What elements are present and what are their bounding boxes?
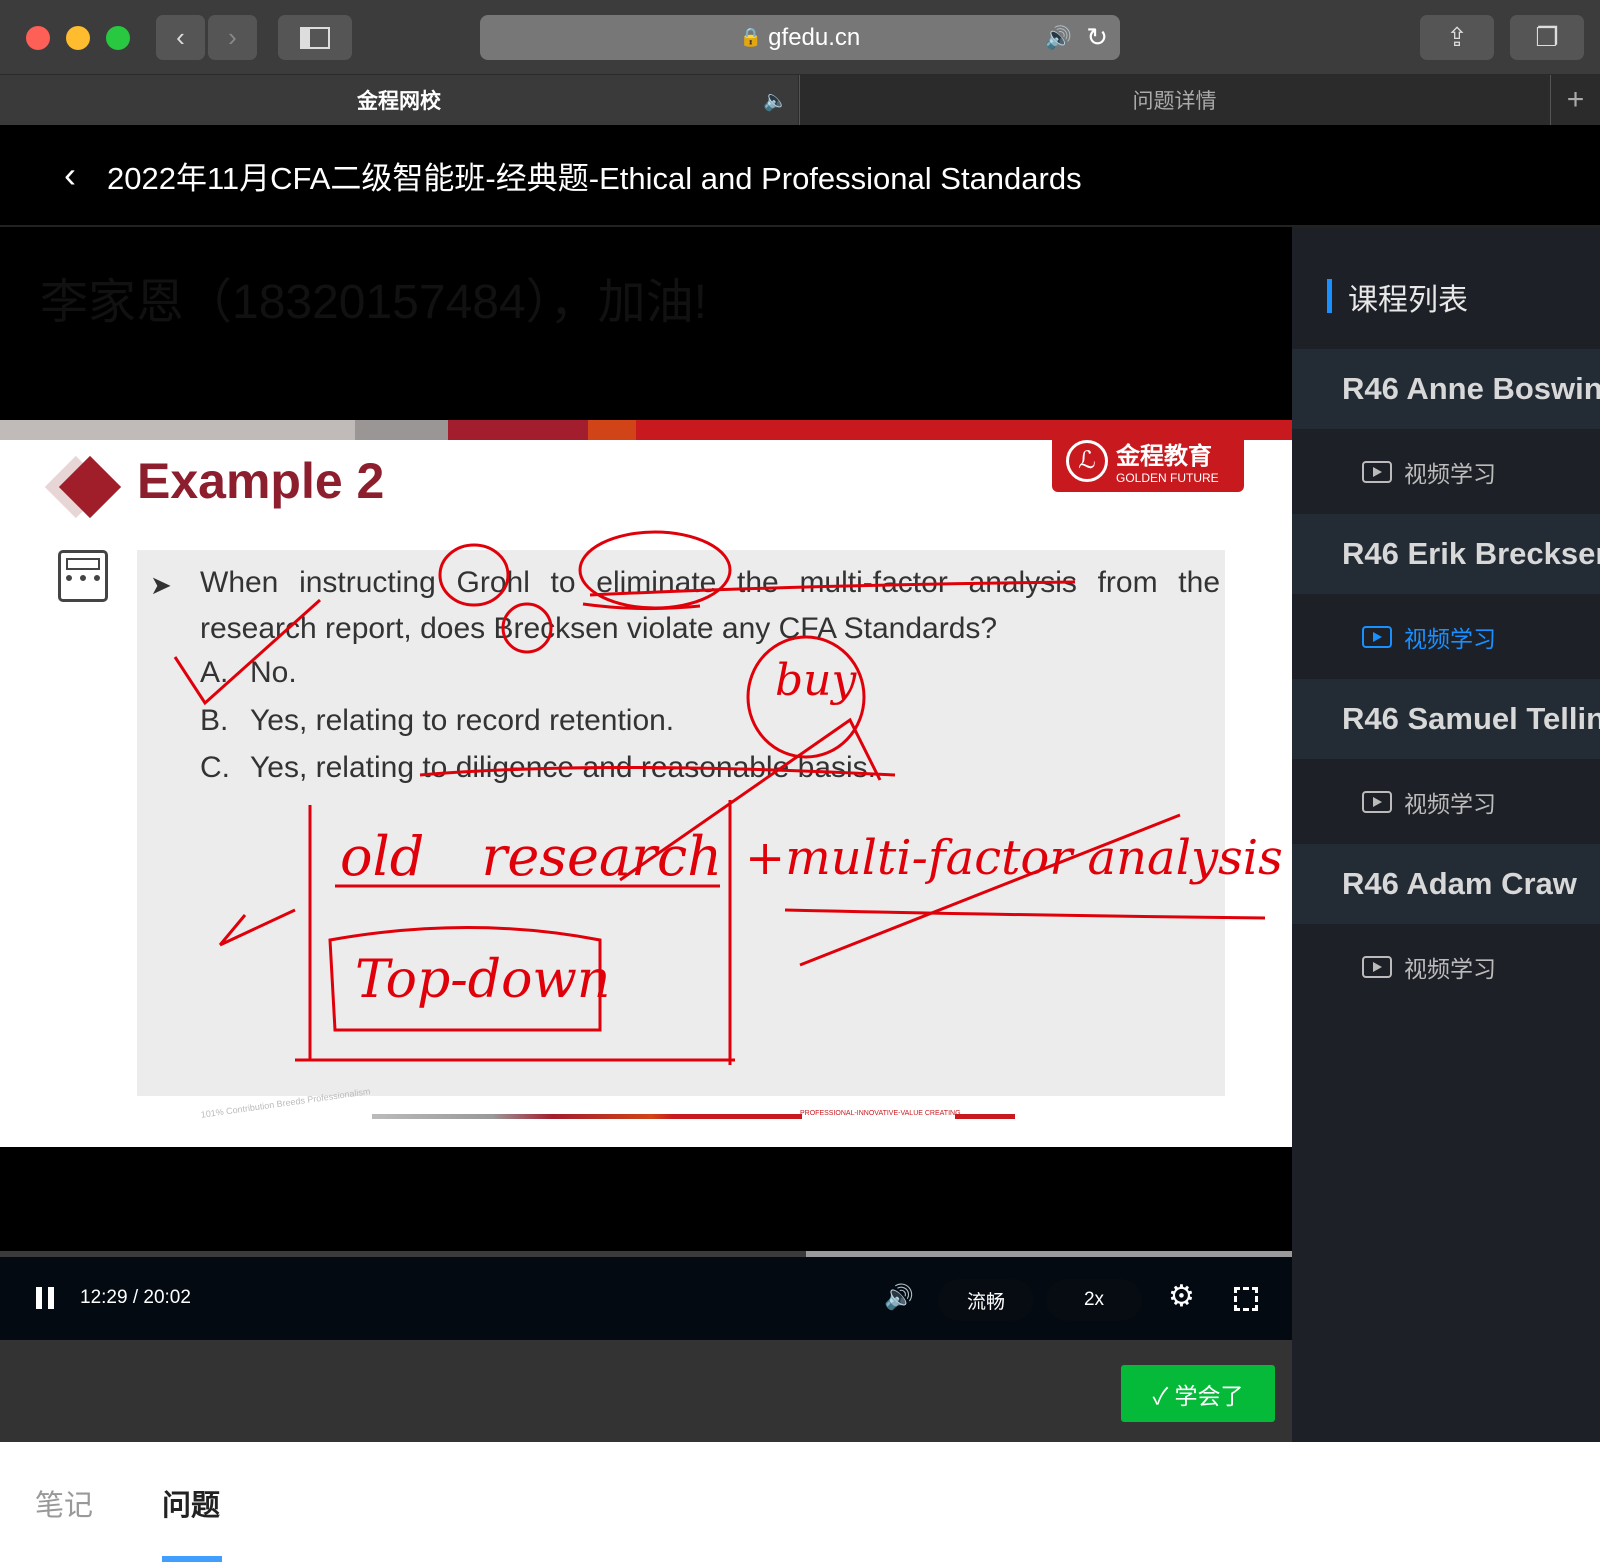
sidebar-toggle-button[interactable] — [278, 15, 352, 60]
bottom-tabs: 笔记 问题 — [0, 1442, 1600, 1562]
forward-button[interactable]: › — [208, 15, 257, 60]
maximize-window-button[interactable] — [106, 26, 130, 50]
time-display: 12:29 / 20:02 — [80, 1287, 191, 1308]
lecture-slide: ℒ 金程教育 GOLDEN FUTURE Example 2 ➤ When in… — [0, 420, 1292, 1147]
active-tab-indicator — [162, 1556, 222, 1562]
reload-icon[interactable]: ↻ — [1086, 22, 1108, 53]
course-group-title[interactable]: R46 Erik Brecksen — [1292, 514, 1600, 594]
page-title: 2022年11月CFA二级智能班-经典题-Ethical and Profess… — [107, 160, 1082, 196]
course-list-sidebar: 课程列表 R46 Anne Boswin 视频学习 R46 Erik Breck… — [1292, 227, 1600, 1442]
minimize-window-button[interactable] — [66, 26, 90, 50]
play-video-icon — [1362, 625, 1392, 648]
tabs-icon: ❐ — [1535, 22, 1559, 52]
player-controls: 12:29 / 20:02 🔊 流畅 2x ⚙ — [0, 1257, 1292, 1340]
video-player[interactable]: 李家恩（18320157484），加油! ℒ 金程教育 GOLDEN FUTUR… — [0, 227, 1292, 1257]
section-marker — [1327, 279, 1332, 313]
tab-label: 问题详情 — [1132, 90, 1217, 113]
url-text: gfedu.cn — [768, 23, 861, 51]
video-footer — [0, 1340, 1292, 1442]
browser-toolbar: ‹ › 🔒 gfedu.cn 🔊 ↻ ⇪ ❐ — [0, 0, 1600, 75]
course-item-video[interactable]: 视频学习 — [1362, 429, 1496, 514]
page-header: ‹ 2022年11月CFA二级智能班-经典题-Ethical and Profe… — [0, 125, 1600, 227]
sidebar-title: 课程列表 — [1348, 284, 1468, 317]
quality-select[interactable]: 流畅 — [938, 1279, 1034, 1321]
annotation-old-research: old research — [340, 825, 722, 888]
tab-overview-button[interactable]: ❐ — [1510, 15, 1584, 60]
play-video-icon — [1362, 790, 1392, 813]
tab-question-detail[interactable]: 问题详情 — [799, 75, 1549, 125]
course-item-video[interactable]: 视频学习 — [1362, 759, 1496, 844]
tab-notes[interactable]: 笔记 — [35, 1482, 93, 1524]
audio-playing-icon[interactable]: 🔊 — [1045, 25, 1072, 51]
speaker-icon[interactable]: 🔈 — [763, 88, 788, 113]
annotation-multi-factor: +multi-factor analysis — [745, 830, 1283, 886]
share-icon: ⇪ — [1446, 22, 1468, 52]
tab-jincheng[interactable]: 金程网校 🔈 — [0, 75, 798, 125]
fullscreen-icon[interactable] — [1234, 1287, 1258, 1311]
watermark: 李家恩（18320157484），加油! — [40, 276, 707, 329]
lock-icon: 🔒 — [739, 27, 763, 47]
play-video-icon — [1362, 955, 1392, 978]
pause-button[interactable] — [36, 1287, 54, 1309]
play-video-icon — [1362, 460, 1392, 483]
address-bar[interactable]: 🔒 gfedu.cn 🔊 ↻ — [480, 15, 1120, 60]
new-tab-button[interactable]: + — [1550, 75, 1600, 125]
chevron-right-icon: › — [228, 22, 237, 52]
annotation-buy: buy — [775, 655, 857, 706]
handwritten-annotations — [173, 530, 1266, 1065]
course-group-title[interactable]: R46 Samuel Tellin — [1292, 679, 1600, 759]
course-item-video[interactable]: 视频学习 — [1362, 924, 1496, 1009]
chevron-left-icon: ‹ — [176, 22, 185, 52]
back-arrow-icon[interactable]: ‹ — [64, 154, 107, 196]
course-group-title[interactable]: R46 Anne Boswin — [1292, 349, 1600, 429]
back-button[interactable]: ‹ — [156, 15, 205, 60]
course-item-video-active[interactable]: 视频学习 — [1362, 594, 1496, 679]
sidebar-icon — [300, 26, 330, 49]
settings-gear-icon[interactable]: ⚙ — [1168, 1279, 1195, 1314]
learned-button[interactable]: ✓ 学会了 — [1121, 1365, 1275, 1422]
close-window-button[interactable] — [26, 26, 50, 50]
course-group-title[interactable]: R46 Adam Craw — [1292, 844, 1600, 924]
tab-bar: 金程网校 🔈 问题详情 + — [0, 75, 1600, 125]
tab-label: 金程网校 — [357, 90, 441, 113]
tab-questions[interactable]: 问题 — [162, 1482, 220, 1524]
share-button[interactable]: ⇪ — [1420, 15, 1494, 60]
volume-icon[interactable]: 🔊 — [884, 1283, 914, 1312]
annotation-top-down: Top-down — [355, 950, 611, 1010]
slide-footer-slogan: PROFESSIONAL-INNOVATIVE-VALUE CREATING — [800, 1110, 961, 1117]
speed-select[interactable]: 2x — [1046, 1279, 1142, 1321]
